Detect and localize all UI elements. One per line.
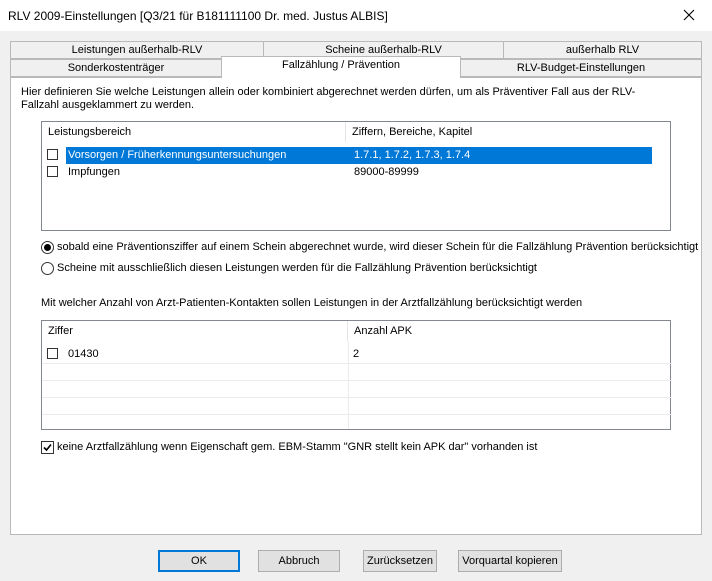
checkmark-icon	[43, 443, 52, 452]
cancel-button[interactable]: Abbruch	[258, 550, 340, 572]
list-item[interactable]: Vorsorgen / Früherkennungsuntersuchungen…	[42, 147, 670, 164]
row-checkbox[interactable]	[47, 149, 58, 160]
row-checkbox[interactable]	[47, 166, 58, 177]
list-item[interactable]: Impfungen 89000-89999	[42, 164, 670, 181]
radio-option-2-label[interactable]: Scheine mit ausschließlich diesen Leistu…	[57, 262, 537, 274]
tab-rlv-budget-einstellungen[interactable]: RLV-Budget-Einstellungen	[460, 59, 702, 77]
leistungsbereich-cell: Vorsorgen / Früherkennungsuntersuchungen	[68, 149, 287, 161]
apk-list[interactable]: Ziffer Anzahl APK 01430 2	[41, 320, 672, 430]
ziffern-cell: 89000-89999	[354, 166, 419, 178]
radio-option-2[interactable]	[41, 262, 54, 275]
leistungen-list[interactable]: Leistungsbereich Ziffern, Bereiche, Kapi…	[41, 121, 671, 231]
window-title: RLV 2009-Einstellungen [Q3/21 für B18111…	[8, 9, 388, 23]
ebm-checkbox-label[interactable]: keine Arztfallzählung wenn Eigenschaft g…	[57, 441, 537, 453]
title-bar: RLV 2009-Einstellungen [Q3/21 für B18111…	[0, 0, 712, 31]
column-leistungsbereich[interactable]: Leistungsbereich	[42, 122, 346, 142]
ziffern-cell: 1.7.1, 1.7.2, 1.7.3, 1.7.4	[354, 149, 471, 161]
tab-fallzaehlung-praevention[interactable]: Fallzählung / Prävention	[221, 56, 461, 78]
ebm-checkbox[interactable]	[41, 441, 54, 454]
table-row[interactable]: 01430 2	[42, 346, 670, 363]
apk-list-header: Ziffer Anzahl APK	[42, 321, 670, 341]
close-icon	[683, 9, 695, 21]
leistungsbereich-cell: Impfungen	[68, 166, 120, 178]
copy-previous-quarter-button[interactable]: Vorquartal kopieren	[458, 550, 562, 572]
column-anzahl-apk[interactable]: Anzahl APK	[348, 321, 672, 341]
description-text: Hier definieren Sie welche Leistungen al…	[21, 86, 636, 111]
anzahl-apk-cell: 2	[353, 348, 360, 360]
column-ziffer[interactable]: Ziffer	[42, 321, 348, 341]
ziffer-cell: 01430	[68, 348, 99, 360]
tab-panel: Hier definieren Sie welche Leistungen al…	[10, 77, 702, 535]
reset-button[interactable]: Zurücksetzen	[363, 550, 437, 572]
ok-button[interactable]: OK	[158, 550, 240, 572]
apk-heading: Mit welcher Anzahl von Arzt-Patienten-Ko…	[41, 297, 583, 309]
radio-option-1[interactable]	[41, 241, 54, 254]
column-ziffern[interactable]: Ziffern, Bereiche, Kapitel	[346, 122, 672, 142]
close-button[interactable]	[666, 0, 712, 31]
leistungen-list-header: Leistungsbereich Ziffern, Bereiche, Kapi…	[42, 122, 670, 142]
radio-option-1-label[interactable]: sobald eine Präventionsziffer auf einem …	[57, 241, 698, 253]
tab-ausserhalb-rlv[interactable]: außerhalb RLV	[503, 41, 702, 59]
row-checkbox[interactable]	[47, 348, 58, 359]
tab-sonderkostentraeger[interactable]: Sonderkostenträger	[10, 59, 222, 77]
